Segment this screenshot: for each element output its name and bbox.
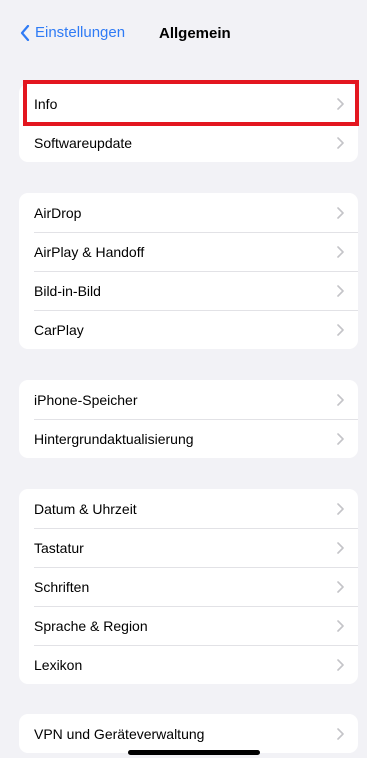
chevron-right-icon (337, 284, 344, 297)
list-item-iphone-speicher[interactable]: iPhone-Speicher (19, 380, 358, 419)
chevron-right-icon (337, 97, 344, 110)
chevron-right-icon (337, 393, 344, 406)
settings-group-vpn: VPN und Geräteverwaltung (19, 714, 358, 753)
chevron-right-icon (337, 245, 344, 258)
list-item-carplay[interactable]: CarPlay (19, 310, 358, 349)
list-item-label: CarPlay (34, 321, 84, 338)
list-item-sprache-region[interactable]: Sprache & Region (19, 606, 358, 645)
list-item-tastatur[interactable]: Tastatur (19, 528, 358, 567)
list-item-label: Bild-in-Bild (34, 282, 101, 299)
list-item-airdrop[interactable]: AirDrop (19, 193, 358, 232)
settings-group-locale: Datum & Uhrzeit Tastatur Schriften Sprac… (19, 489, 358, 684)
list-item-softwareupdate[interactable]: Softwareupdate (19, 123, 358, 162)
list-item-vpn-geraeteverwaltung[interactable]: VPN und Geräteverwaltung (19, 714, 358, 753)
chevron-right-icon (337, 502, 344, 515)
list-item-hintergrundaktualisierung[interactable]: Hintergrundaktualisierung (19, 419, 358, 458)
list-item-label: Sprache & Region (34, 617, 148, 634)
chevron-right-icon (337, 580, 344, 593)
chevron-left-icon (20, 24, 30, 41)
back-button[interactable]: Einstellungen (20, 24, 125, 41)
chevron-right-icon (337, 323, 344, 336)
settings-group-storage: iPhone-Speicher Hintergrundaktualisierun… (19, 380, 358, 458)
list-item-label: Hintergrundaktualisierung (34, 430, 194, 447)
list-item-label: Lexikon (34, 656, 83, 673)
list-item-label: VPN und Geräteverwaltung (34, 725, 205, 742)
chevron-right-icon (337, 541, 344, 554)
list-item-bild-in-bild[interactable]: Bild-in-Bild (19, 271, 358, 310)
list-item-airplay-handoff[interactable]: AirPlay & Handoff (19, 232, 358, 271)
list-item-label: Info (34, 95, 58, 112)
chevron-right-icon (337, 658, 344, 671)
list-item-label: Tastatur (34, 539, 84, 556)
settings-group-connectivity: AirDrop AirPlay & Handoff Bild-in-Bild C… (19, 193, 358, 349)
list-item-datum-uhrzeit[interactable]: Datum & Uhrzeit (19, 489, 358, 528)
settings-group-about: Info Softwareupdate (19, 84, 358, 162)
list-item-label: iPhone-Speicher (34, 391, 138, 408)
chevron-right-icon (337, 432, 344, 445)
chevron-right-icon (337, 727, 344, 740)
list-item-lexikon[interactable]: Lexikon (19, 645, 358, 684)
list-item-schriften[interactable]: Schriften (19, 567, 358, 606)
list-item-info[interactable]: Info (19, 84, 358, 123)
list-item-label: AirPlay & Handoff (34, 243, 145, 260)
list-item-label: Softwareupdate (34, 134, 133, 151)
chevron-right-icon (337, 206, 344, 219)
chevron-right-icon (337, 136, 344, 149)
page-title: Allgemein (159, 25, 231, 42)
navigation-bar: Einstellungen Allgemein (0, 0, 367, 60)
list-item-label: Datum & Uhrzeit (34, 500, 137, 517)
home-indicator (128, 750, 260, 755)
list-item-label: AirDrop (34, 204, 82, 221)
chevron-right-icon (337, 619, 344, 632)
list-item-label: Schriften (34, 578, 90, 595)
back-button-label: Einstellungen (35, 24, 126, 41)
